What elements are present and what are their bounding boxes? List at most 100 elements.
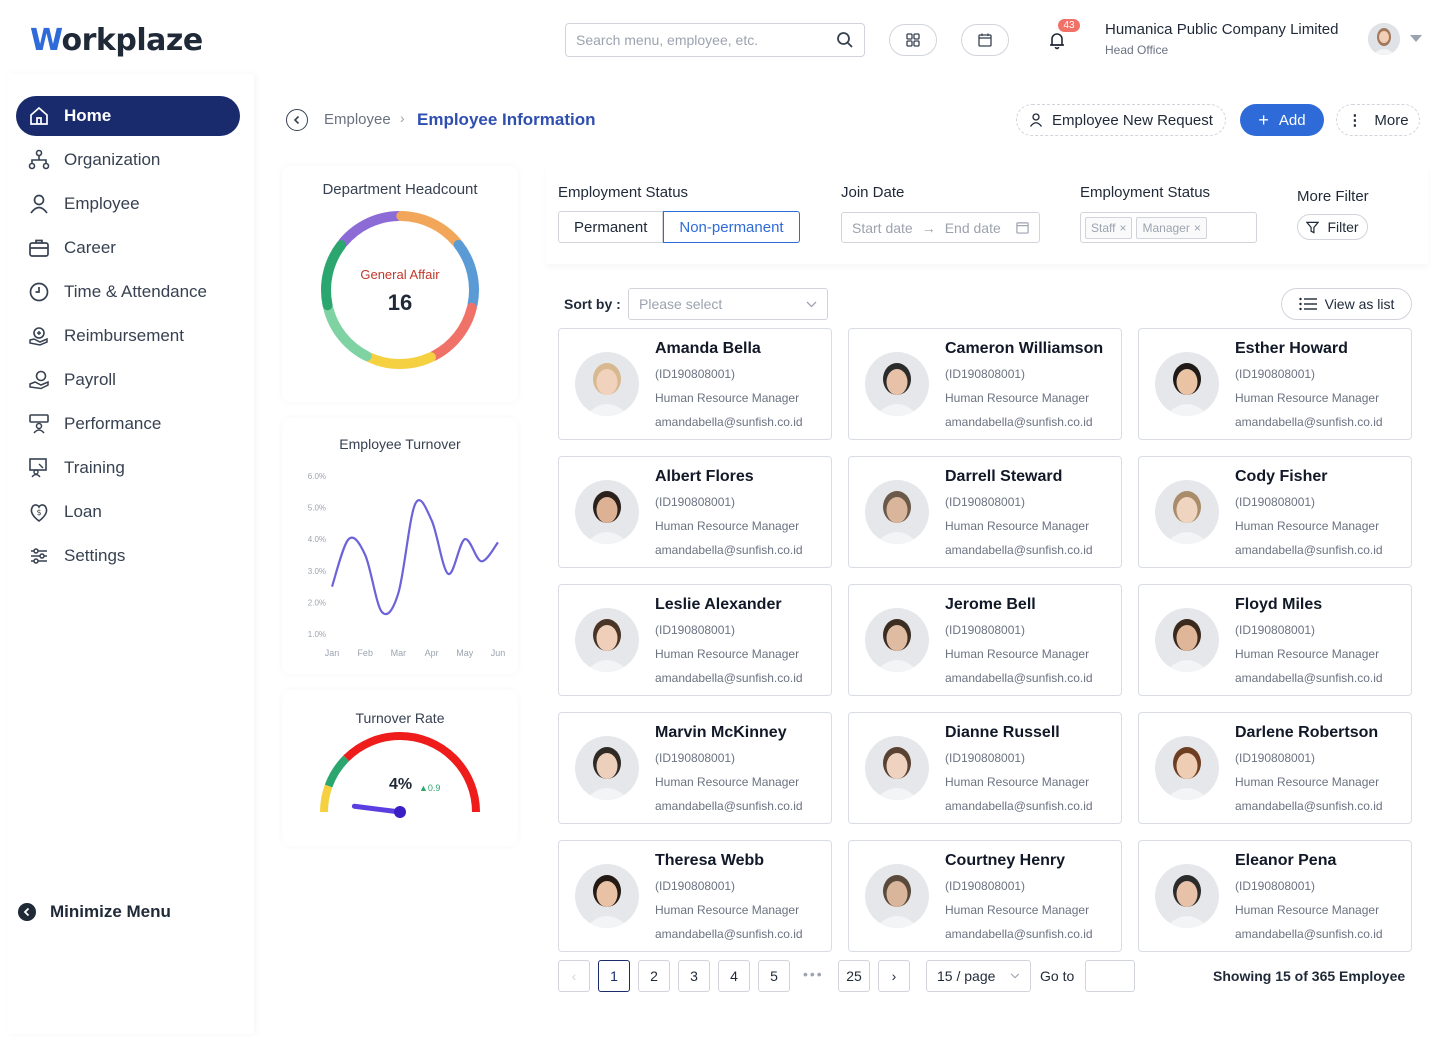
sidebar-item-reimbursement[interactable]: Reimbursement (16, 316, 240, 356)
page-3-button[interactable]: 3 (678, 960, 710, 992)
pagination-ellipsis[interactable]: ••• (803, 966, 824, 982)
employee-email: amandabella@sunfish.co.id (945, 799, 1093, 813)
employee-card[interactable]: Jerome Bell (ID190808001) Human Resource M… (848, 584, 1122, 696)
headcount-donut-chart[interactable] (282, 166, 518, 402)
employee-photo (575, 864, 639, 928)
sort-select[interactable]: Please select (628, 288, 828, 320)
filter-button[interactable]: Filter (1297, 214, 1368, 240)
employee-card[interactable]: Floyd Miles (ID190808001) Human Resource M… (1138, 584, 1412, 696)
sidebar-item-label: Training (64, 458, 125, 477)
non-permanent-option[interactable]: Non-permanent (663, 211, 800, 243)
apps-grid-button[interactable] (889, 24, 937, 56)
goto-label: Go to (1040, 968, 1075, 984)
breadcrumb-employee-link[interactable]: Employee (324, 111, 391, 128)
more-filter-label: More Filter (1297, 188, 1369, 205)
donut-segment[interactable] (337, 211, 404, 248)
sidebar-item-label: Career (64, 238, 116, 257)
employment-status-multiselect[interactable]: Staff × Manager × (1080, 212, 1257, 243)
turnover-rate-gauge[interactable] (282, 690, 518, 846)
employee-card[interactable]: Amanda Bella (ID190808001) Human Resource … (558, 328, 832, 440)
start-date-input[interactable]: Start date (852, 220, 913, 236)
sidebar-item-employee[interactable]: Employee (16, 184, 240, 224)
chevron-left-icon (293, 115, 300, 125)
sidebar-item-time-attendance[interactable]: Time & Attendance (16, 272, 240, 312)
sidebar-item-label: Reimbursement (64, 326, 184, 345)
sidebar-item-training[interactable]: Training (16, 448, 240, 488)
employee-card[interactable]: Theresa Webb (ID190808001) Human Resource … (558, 840, 832, 952)
employee-id: (ID190808001) (655, 367, 736, 381)
sidebar-item-home[interactable]: Home (16, 96, 240, 136)
chevron-left-icon: ‹ (571, 968, 577, 984)
employee-card[interactable]: Cody Fisher (ID190808001) Human Resource M… (1138, 456, 1412, 568)
employee-email: amandabella@sunfish.co.id (655, 799, 803, 813)
permanent-option[interactable]: Permanent (558, 211, 664, 243)
employee-photo (1155, 608, 1219, 672)
sidebar-item-loan[interactable]: $ Loan (16, 492, 240, 532)
turnover-line-chart[interactable]: 6.0% 5.0% 4.0% 3.0% 2.0% 1.0% Jan Feb Mar Apr May J… (282, 418, 518, 674)
add-button[interactable]: + Add (1240, 104, 1324, 136)
sidebar-item-career[interactable]: Career (16, 228, 240, 268)
employee-card[interactable]: Dianne Russell (ID190808001) Human Resourc… (848, 712, 1122, 824)
sidebar-item-performance[interactable]: Performance (16, 404, 240, 444)
user-avatar[interactable] (1368, 23, 1400, 55)
company-switcher[interactable]: Humanica Public Company Limited Head Off… (1105, 21, 1338, 57)
employee-card[interactable]: Marvin McKinney (ID190808001) Human Resour… (558, 712, 832, 824)
join-date-range-picker[interactable]: Start date → End date (841, 212, 1040, 243)
employee-card[interactable]: Cameron Williamson (ID190808001) Human Res… (848, 328, 1122, 440)
chevron-right-icon: › (891, 968, 897, 984)
goto-page-input[interactable] (1085, 960, 1135, 992)
employee-photo (575, 736, 639, 800)
x-tick-label: Jun (491, 648, 506, 658)
page-title: Employee Information (417, 110, 596, 129)
employee-card[interactable]: Darlene Robertson (ID190808001) Human Reso… (1138, 712, 1412, 824)
workplaze-logo[interactable]: Workplaze (30, 20, 203, 60)
employee-card[interactable]: Eleanor Pena (ID190808001) Human Resource … (1138, 840, 1412, 952)
y-tick-label: 3.0% (308, 567, 326, 576)
end-date-input[interactable]: End date (945, 220, 1001, 236)
employee-email: amandabella@sunfish.co.id (945, 543, 1093, 557)
page-size-select[interactable]: 15 / page (926, 960, 1031, 992)
minimize-menu-button[interactable]: Minimize Menu (18, 902, 171, 922)
search-bar[interactable] (565, 23, 865, 57)
more-button[interactable]: ⋮ More (1336, 104, 1420, 136)
chevron-down-icon[interactable] (1410, 35, 1422, 43)
sidebar-item-payroll[interactable]: Payroll (16, 360, 240, 400)
view-as-list-button[interactable]: View as list (1281, 288, 1412, 320)
close-icon[interactable]: × (1194, 221, 1201, 235)
donut-segment[interactable] (396, 211, 462, 248)
employee-name: Cameron Williamson (945, 340, 1104, 357)
page-last-button[interactable]: 25 (838, 960, 870, 992)
sidebar-item-organization[interactable]: Organization (16, 140, 240, 180)
employee-name: Darrell Steward (945, 468, 1063, 485)
employee-card[interactable]: Esther Howard (ID190808001) Human Resource… (1138, 328, 1412, 440)
prev-page-button[interactable]: ‹ (558, 960, 590, 992)
page-4-button[interactable]: 4 (718, 960, 750, 992)
calendar-button[interactable] (961, 24, 1009, 56)
employee-card[interactable]: Darrell Steward (ID190808001) Human Resour… (848, 456, 1122, 568)
donut-segment[interactable] (364, 352, 436, 369)
employee-position: Human Resource Manager (1235, 519, 1380, 533)
chevron-down-icon (806, 301, 817, 307)
minimize-label: Minimize Menu (50, 902, 171, 921)
employee-name: Darlene Robertson (1235, 724, 1379, 741)
x-tick-label: May (456, 648, 474, 658)
sort-placeholder: Please select (639, 296, 723, 312)
turnover-series-line[interactable] (330, 499, 499, 616)
employee-card[interactable]: Courtney Henry (ID190808001) Human Resourc… (848, 840, 1122, 952)
back-button[interactable] (286, 109, 308, 131)
search-input[interactable] (576, 32, 836, 48)
employee-name: Courtney Henry (945, 852, 1066, 869)
employee-new-request-button[interactable]: Employee New Request (1016, 104, 1226, 136)
sidebar-item-settings[interactable]: Settings (16, 536, 240, 576)
next-page-button[interactable]: › (878, 960, 910, 992)
page-2-button[interactable]: 2 (638, 960, 670, 992)
page-5-button[interactable]: 5 (758, 960, 790, 992)
close-icon[interactable]: × (1119, 221, 1126, 235)
gauge-needle (351, 803, 403, 815)
list-icon (1298, 297, 1317, 311)
page-1-button[interactable]: 1 (598, 960, 630, 992)
employee-card[interactable]: Leslie Alexander (ID190808001) Human Resou… (558, 584, 832, 696)
search-icon[interactable] (836, 31, 854, 49)
payroll-icon (28, 369, 50, 391)
employee-card[interactable]: Albert Flores (ID190808001) Human Resource… (558, 456, 832, 568)
